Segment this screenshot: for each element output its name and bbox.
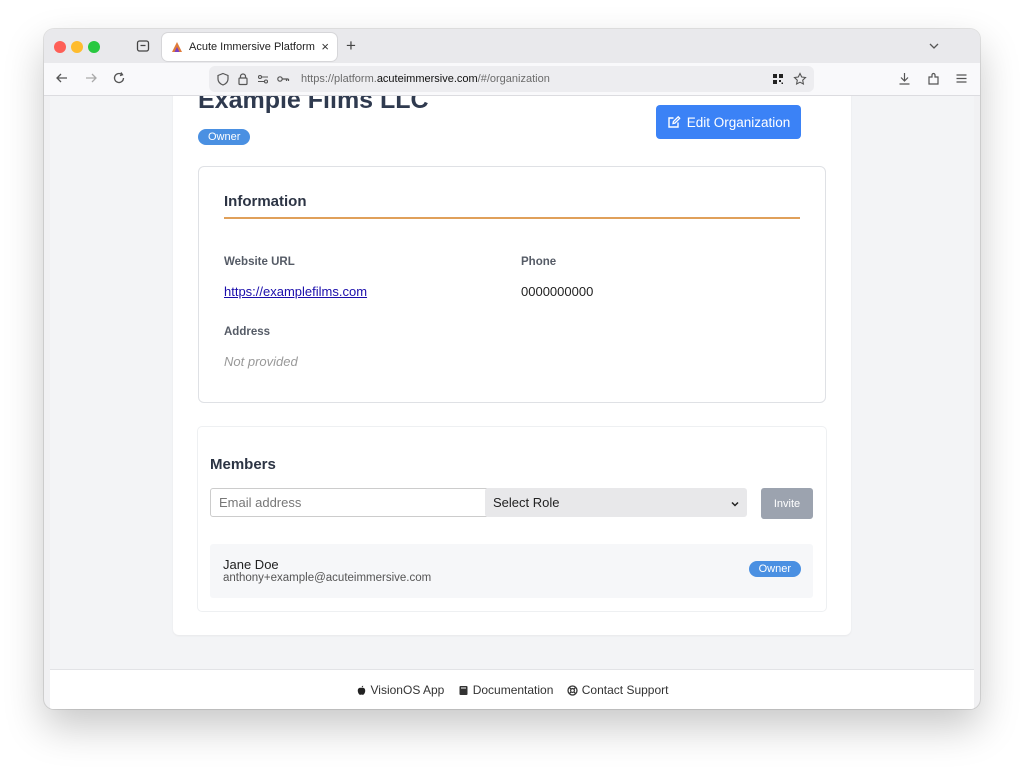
url-bar[interactable]: https://platform.acuteimmersive.com/#/or… <box>209 66 814 92</box>
information-heading: Information <box>224 193 307 210</box>
invite-button[interactable]: Invite <box>761 488 813 519</box>
members-heading: Members <box>210 456 276 473</box>
role-badge: Owner <box>198 129 251 145</box>
edit-organization-label: Edit Organization <box>686 114 791 130</box>
permissions-icon[interactable] <box>256 72 270 86</box>
organization-card: Example Films LLC Owner Edit Organizatio… <box>173 96 851 635</box>
footer-links: VisionOS App Documentation Contact Suppo… <box>50 683 974 699</box>
new-tab-button[interactable]: + <box>346 36 356 56</box>
shield-icon[interactable] <box>216 72 230 86</box>
bookmark-star-icon[interactable] <box>793 72 807 86</box>
browser-window: Acute Immersive Platform × + https://pla… <box>44 29 980 709</box>
page-footer: VisionOS App Documentation Contact Suppo… <box>50 669 974 709</box>
information-card: Information Website URL https://examplef… <box>198 166 826 403</box>
heading-divider <box>224 217 800 219</box>
edit-organization-button[interactable]: Edit Organization <box>656 105 801 139</box>
chevron-down-icon[interactable] <box>928 39 940 51</box>
member-name: Jane Doe <box>223 557 279 572</box>
documentation-link[interactable]: Documentation <box>458 683 554 697</box>
edit-icon <box>668 115 681 128</box>
lock-icon[interactable] <box>236 72 250 86</box>
phone-value: 0000000000 <box>521 284 594 299</box>
role-select[interactable]: Select Role <box>485 488 747 517</box>
back-arrow-icon[interactable] <box>55 71 69 85</box>
close-window-button[interactable] <box>54 41 66 53</box>
website-label: Website URL <box>224 256 295 268</box>
tab-title: Acute Immersive Platform <box>189 41 315 53</box>
download-icon[interactable] <box>897 71 912 86</box>
url-text[interactable]: https://platform.acuteimmersive.com/#/or… <box>301 73 550 85</box>
tab-active[interactable]: Acute Immersive Platform × <box>162 33 337 61</box>
minimize-window-button[interactable] <box>71 41 83 53</box>
email-input[interactable] <box>210 488 489 517</box>
address-value: Not provided <box>224 354 298 369</box>
members-card: Members Select Role Invite Jane Doe anth… <box>198 427 826 611</box>
book-icon <box>459 685 468 695</box>
tab-list-icon[interactable] <box>136 39 150 53</box>
member-row: Jane Doe anthony+example@acuteimmersive.… <box>210 544 813 598</box>
visionos-app-label: VisionOS App <box>370 683 445 697</box>
extensions-icon[interactable] <box>926 71 941 86</box>
maximize-window-button[interactable] <box>88 41 100 53</box>
website-link[interactable]: https://examplefilms.com <box>224 284 367 299</box>
page-viewport: Example Films LLC Owner Edit Organizatio… <box>50 96 974 709</box>
key-icon[interactable] <box>276 72 290 86</box>
forward-arrow-icon[interactable] <box>84 71 98 85</box>
tab-bar: Acute Immersive Platform × + <box>44 29 980 63</box>
chevron-down-icon <box>730 497 740 507</box>
role-select-value: Select Role <box>493 495 560 510</box>
navigation-bar: https://platform.acuteimmersive.com/#/or… <box>44 63 980 96</box>
menu-icon[interactable] <box>954 71 969 86</box>
contact-support-link[interactable]: Contact Support <box>567 683 669 697</box>
member-role-badge: Owner <box>748 561 801 577</box>
reload-icon[interactable] <box>112 71 126 85</box>
apple-icon <box>357 685 365 695</box>
tab-close-icon[interactable]: × <box>321 39 329 54</box>
address-label: Address <box>224 326 271 338</box>
member-email: anthony+example@acuteimmersive.com <box>223 572 432 584</box>
qr-code-icon[interactable] <box>771 72 785 86</box>
contact-support-label: Contact Support <box>581 683 669 697</box>
page-title: Example Films LLC <box>198 96 429 114</box>
life-ring-icon <box>567 684 578 696</box>
app-favicon-icon <box>170 40 184 54</box>
documentation-label: Documentation <box>472 683 554 697</box>
phone-label: Phone <box>521 256 557 268</box>
visionos-app-link[interactable]: VisionOS App <box>356 683 445 697</box>
